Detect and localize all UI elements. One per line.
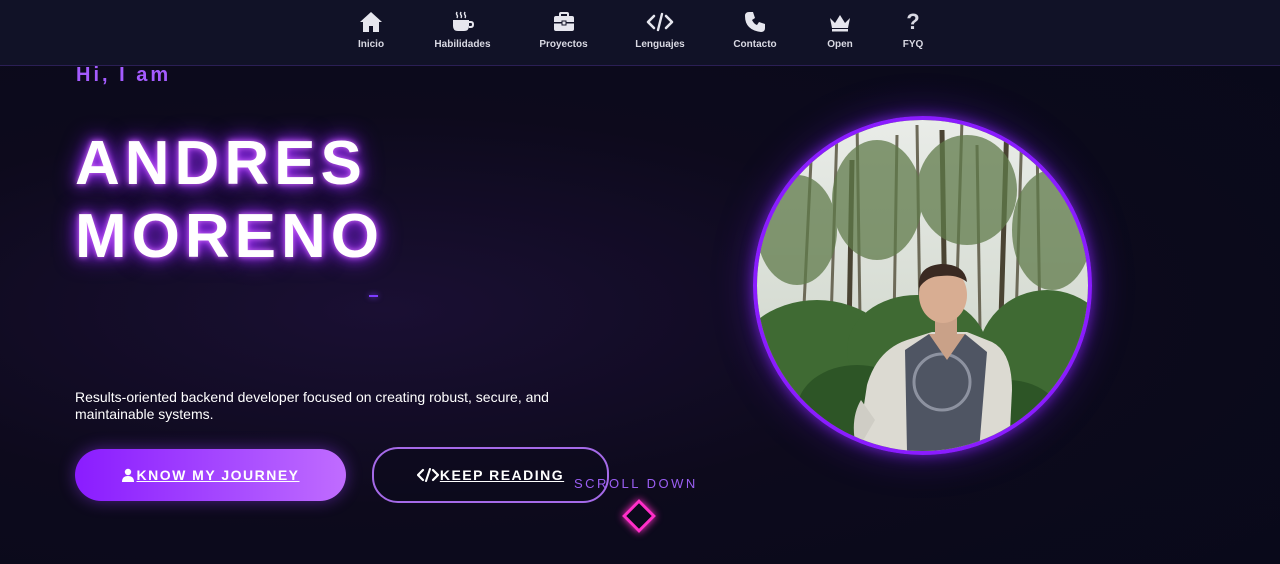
user-icon [121,468,135,482]
briefcase-icon [553,10,575,34]
phone-icon [744,10,766,34]
nav-item-contacto[interactable]: Contacto [716,0,794,65]
hero-greeting: Hi, I am [76,64,172,86]
nav-item-open[interactable]: Open [794,0,886,65]
nav-label: Habilidades [434,39,491,50]
scroll-down-label[interactable]: SCROLL DOWN [574,476,698,491]
keep-reading-button[interactable]: KEEP READING [372,447,609,503]
hero-description: Results-oriented backend developer focus… [75,389,549,422]
profile-photo [753,116,1092,455]
nav-label: Inicio [357,39,385,50]
nav-item-fyq[interactable]: ? FYQ [886,0,940,65]
keep-reading-label: KEEP READING [439,467,565,483]
nav-items: Inicio Habilidades Proyectos Lenguajes C… [340,0,940,65]
question-icon: ? [906,9,920,34]
nav-label: FYQ [902,39,924,50]
nav-label: Contacto [733,39,777,50]
code-icon [416,468,439,482]
crown-icon [828,10,852,34]
coffee-icon [452,10,474,34]
nav-label: Open [827,39,853,50]
scroll-down-indicator[interactable] [622,499,656,533]
nav-item-inicio[interactable]: Inicio [340,0,402,65]
name-line-2: MORENO [75,202,384,271]
nav-item-habilidades[interactable]: Habilidades [402,0,523,65]
nav-label: Proyectos [539,39,588,50]
nav-item-lenguajes[interactable]: Lenguajes [604,0,716,65]
code-icon [646,10,674,34]
typing-cursor [369,295,378,297]
hero-name: ANDRES MORENO [75,127,384,273]
name-line-1: ANDRES [75,129,367,198]
top-nav: Inicio Habilidades Proyectos Lenguajes C… [0,0,1280,66]
home-icon [359,10,383,34]
know-my-journey-label: KNOW MY JOURNEY [136,467,300,483]
nav-label: Lenguajes [635,39,685,50]
nav-item-proyectos[interactable]: Proyectos [523,0,604,65]
know-my-journey-button[interactable]: KNOW MY JOURNEY [75,449,346,501]
